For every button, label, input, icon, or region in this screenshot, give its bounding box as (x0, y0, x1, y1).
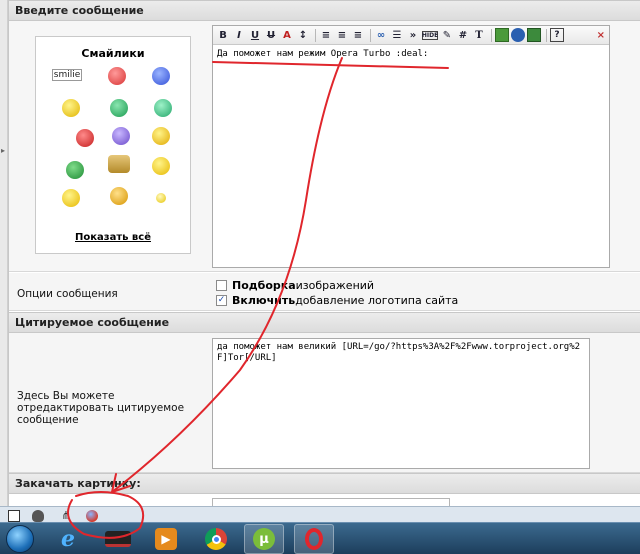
section-header-quoted: Цитируемое сообщение (9, 312, 640, 333)
smilie-deal-icon[interactable] (108, 155, 130, 173)
smilie-sick-icon[interactable] (66, 161, 84, 179)
taskbar-utorrent[interactable]: µ (244, 524, 284, 554)
hide-tag-icon[interactable]: HIDE (422, 30, 438, 40)
opera-icon (305, 528, 323, 550)
utorrent-icon: µ (253, 528, 275, 550)
list-icon[interactable]: ☰ (390, 28, 404, 42)
section-header-message: Введите сообщение (9, 0, 640, 21)
checkbox-checked[interactable]: ✓ (216, 295, 227, 306)
option-add-logo[interactable]: ✓ Включить добавление логотипа сайта (216, 293, 458, 308)
help-icon[interactable]: ? (550, 28, 564, 42)
option-image-gallery[interactable]: Подборка изображений (216, 278, 458, 293)
smilie-laugh-icon[interactable] (110, 187, 128, 205)
taskbar-media-player[interactable]: ▶ (146, 524, 186, 554)
text-icon[interactable]: T (472, 28, 486, 42)
show-desktop-icon[interactable] (8, 510, 20, 522)
media-center-icon (105, 531, 131, 547)
bold-icon[interactable]: B (216, 28, 230, 42)
italic-icon[interactable]: I (232, 28, 246, 42)
network-share-icon[interactable]: ⋔ (60, 510, 72, 522)
taskbar-chrome[interactable] (196, 524, 236, 554)
align-center-icon[interactable]: ≡ (335, 28, 349, 42)
align-left-icon[interactable]: ≡ (319, 28, 333, 42)
option-add-logo-text: добавление логотипа сайта (295, 294, 459, 307)
align-right-icon[interactable]: ≡ (351, 28, 365, 42)
left-gutter: ▸ (0, 0, 8, 506)
browser-icon[interactable] (86, 510, 98, 522)
smilie-confused-icon[interactable] (62, 99, 80, 117)
toolbar-divider (370, 28, 371, 42)
video-icon[interactable] (527, 28, 541, 42)
chrome-icon (205, 528, 227, 550)
code-pen-icon[interactable]: ✎ (440, 28, 454, 42)
option-image-gallery-text: изображений (295, 279, 375, 292)
underline-icon[interactable]: U (248, 28, 262, 42)
smilie-green-angry-icon[interactable] (110, 99, 128, 117)
link-icon[interactable]: ∞ (374, 28, 388, 42)
close-icon[interactable]: × (597, 30, 605, 41)
image-icon[interactable] (495, 28, 509, 42)
quote-textarea[interactable]: да поможет нам великий [URL=/go/?https%3… (212, 338, 590, 469)
smilie-wave-icon[interactable] (152, 127, 170, 145)
font-color-icon[interactable]: A (280, 28, 294, 42)
options-label: Опции сообщения (17, 288, 118, 300)
smilie-shooter-icon[interactable] (76, 129, 94, 147)
windows-taskbar: e ▶ µ (0, 522, 640, 554)
media-player-icon: ▶ (155, 528, 177, 550)
flash-icon[interactable] (511, 28, 525, 42)
quote-label: Здесь Вы можете отредактировать цитируем… (17, 390, 185, 426)
collapse-arrow-icon[interactable]: ▸ (1, 146, 5, 155)
options-list: Подборка изображений ✓ Включить добавлен… (216, 278, 458, 308)
smilie-star-icon[interactable] (156, 193, 166, 203)
show-all-smilies-link[interactable]: Показать всё (36, 232, 190, 243)
option-image-gallery-bold: Подборка (232, 279, 296, 292)
taskbar-ie[interactable]: e (48, 524, 88, 554)
taskbar-media-center[interactable] (98, 524, 138, 554)
toolbar-divider (546, 28, 547, 42)
start-button-icon[interactable] (6, 525, 34, 553)
smilies-panel: Смайлики smilie Показать всё (35, 36, 191, 254)
message-editor[interactable]: B I U U A ↕ ≡ ≡ ≡ ∞ ☰ » HIDE ✎ # T ? × Д… (212, 25, 610, 268)
smilie-hooray-icon[interactable] (62, 189, 80, 207)
smilie-cheer-icon[interactable] (152, 157, 170, 175)
toolbar-divider (315, 28, 316, 42)
checkbox-unchecked[interactable] (216, 280, 227, 291)
smilie-spin-icon[interactable] (152, 67, 170, 85)
hash-icon[interactable]: # (456, 28, 470, 42)
toolbar-divider (491, 28, 492, 42)
editor-toolbar: B I U U A ↕ ≡ ≡ ≡ ∞ ☰ » HIDE ✎ # T ? × (213, 26, 609, 45)
page: ▸ Введите сообщение Смайлики smilie Пока… (0, 0, 640, 554)
smilies-title: Смайлики (81, 47, 145, 60)
smilie-love-icon[interactable] (108, 67, 126, 85)
option-add-logo-bold: Включить (232, 294, 296, 307)
font-size-icon[interactable]: ↕ (296, 28, 310, 42)
more-icon[interactable]: » (406, 28, 420, 42)
strikethrough-icon[interactable]: U (264, 28, 278, 42)
smilie-green-smile-icon[interactable] (154, 99, 172, 117)
section-header-upload: Закачать картинку: (9, 473, 640, 494)
post-form: Введите сообщение Смайлики smilie Показа… (8, 0, 640, 508)
taskbar-opera[interactable] (294, 524, 334, 554)
message-text: Да поможет нам режим Opera Turbo :deal: (217, 49, 429, 59)
internet-explorer-icon: e (61, 526, 75, 552)
smilie-fighter-icon[interactable] (112, 127, 130, 145)
smilie-image-placeholder[interactable]: smilie (52, 69, 82, 81)
cloud-icon[interactable] (32, 510, 44, 522)
